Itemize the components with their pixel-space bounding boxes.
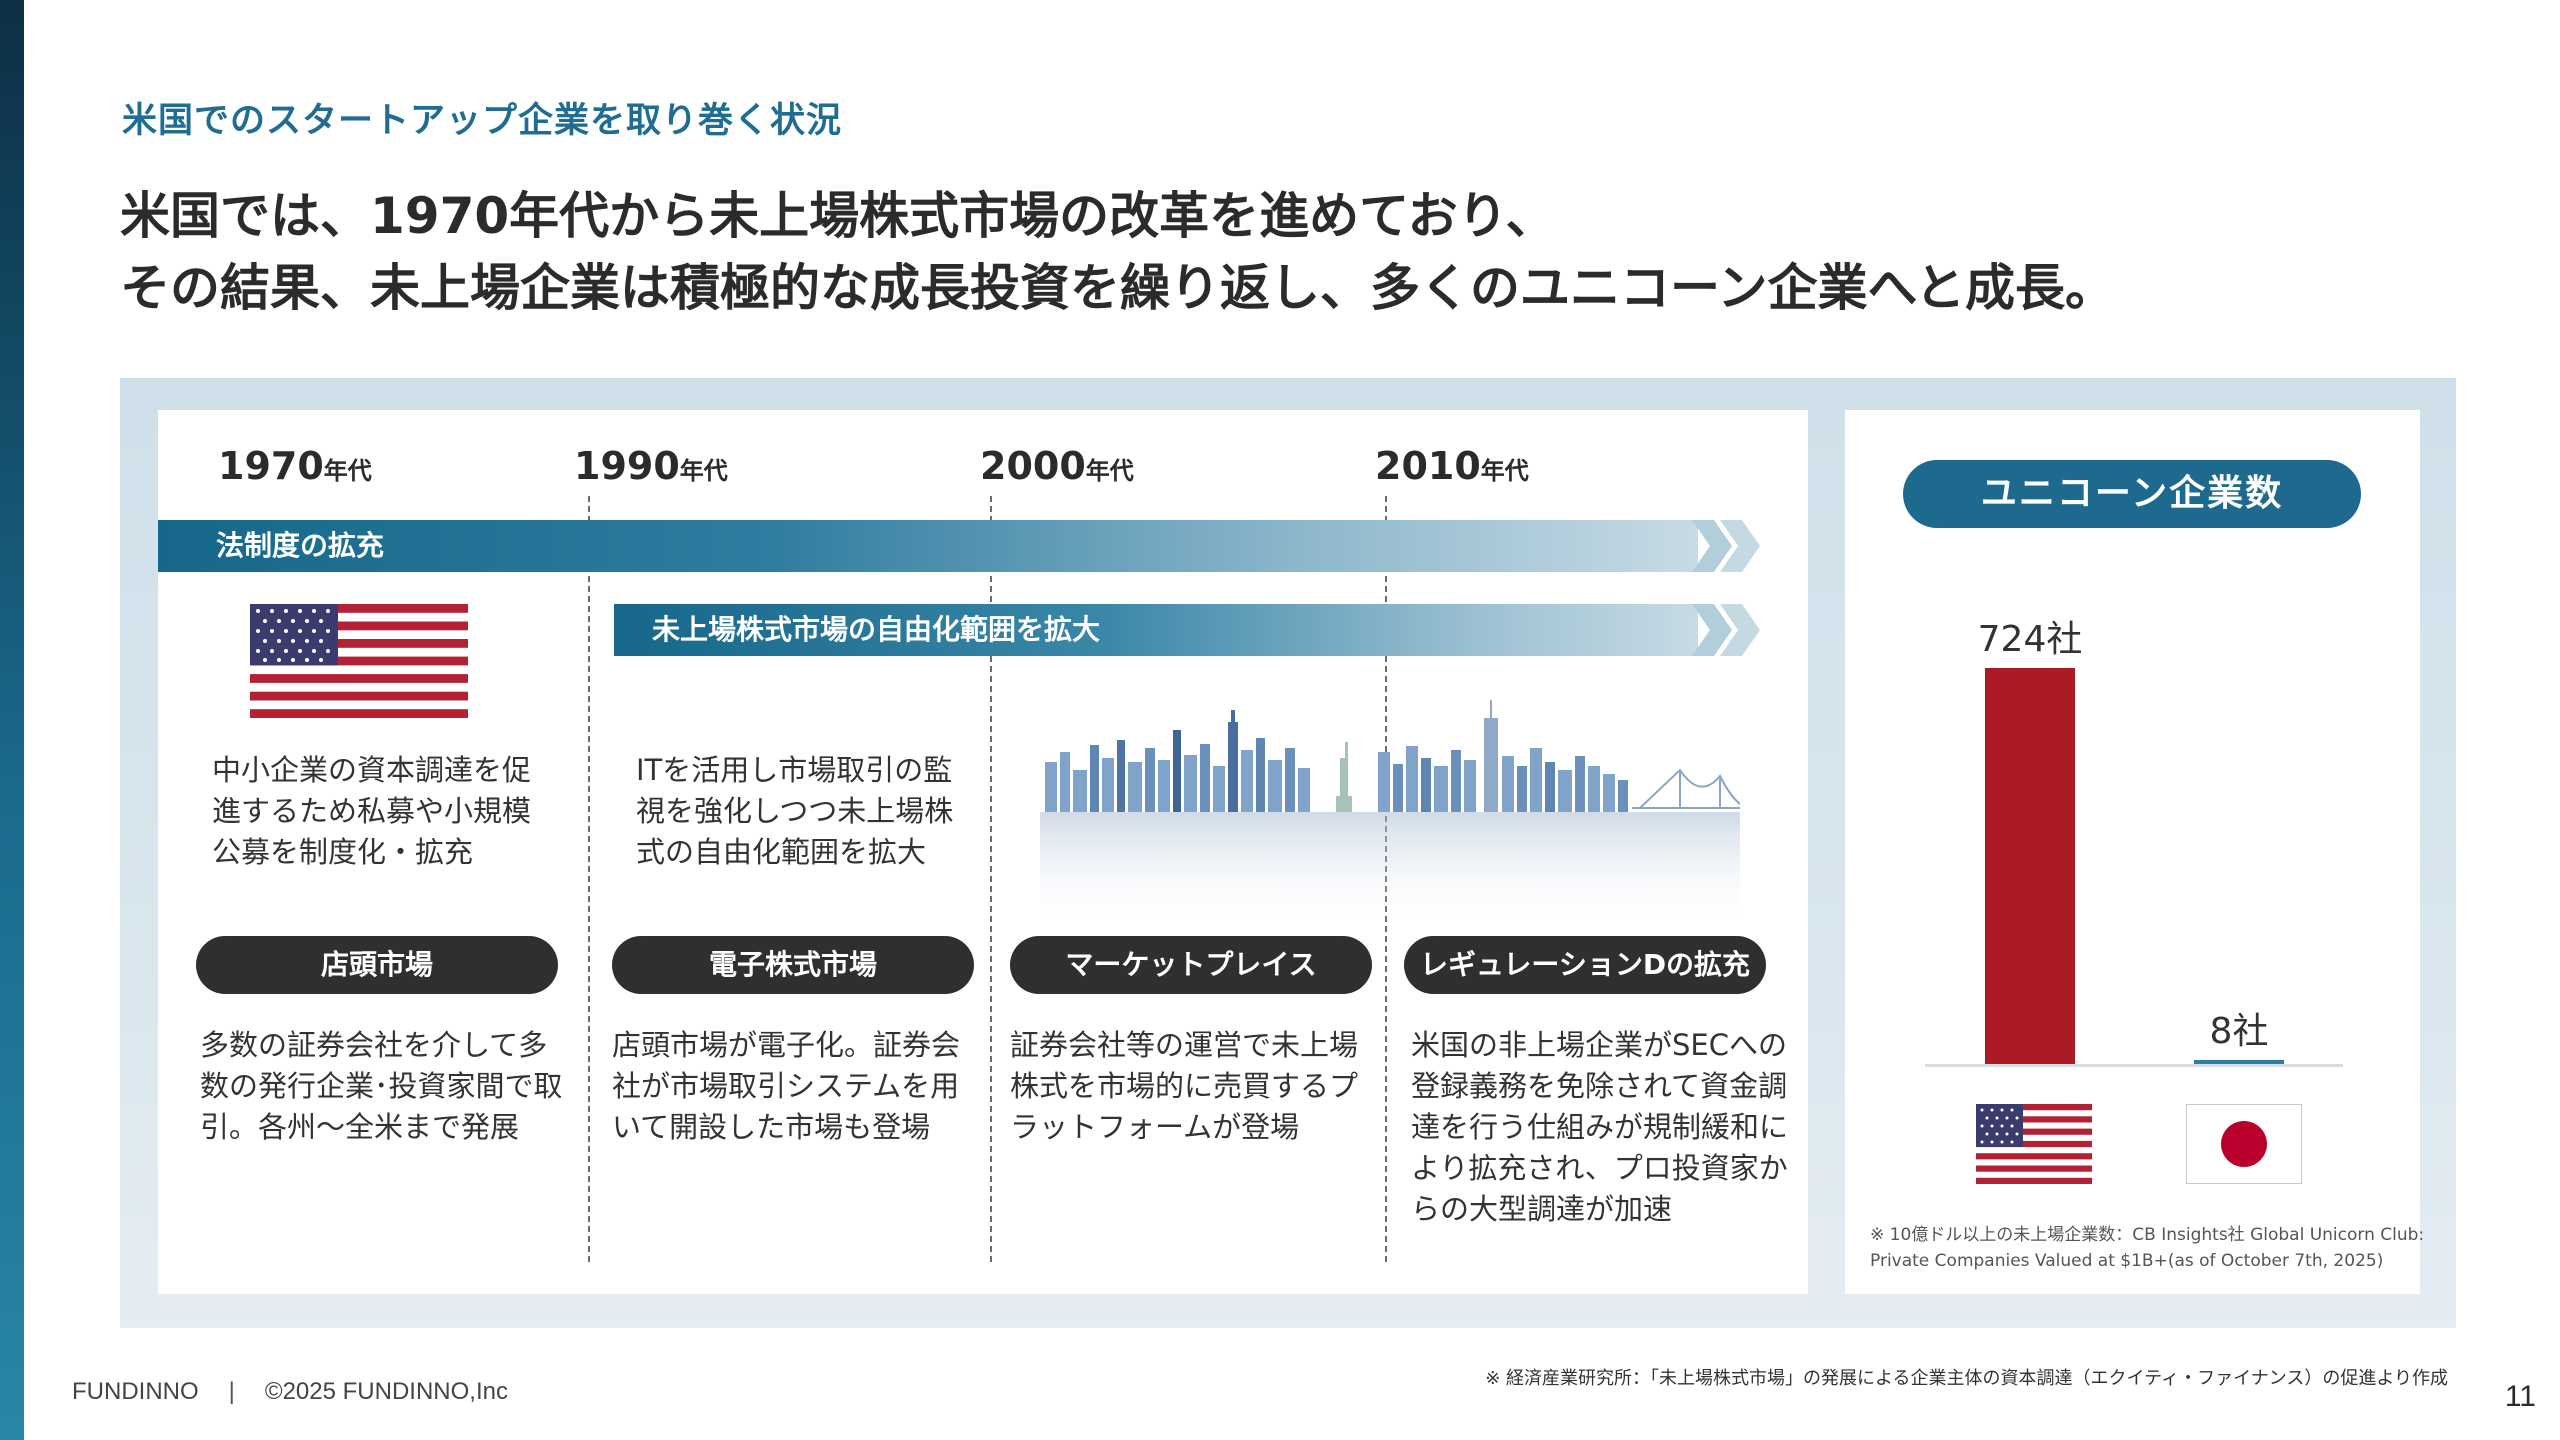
decade-suffix: 年代 xyxy=(679,457,728,485)
decade-1990: 1990年代 xyxy=(574,444,728,488)
unicorn-panel xyxy=(1845,410,2420,1294)
market-desc-electronic: 店頭市場が電子化。証券会 社が市場取引システムを用 いて開設した市場も登場 xyxy=(612,1028,961,1144)
market-desc-marketplace: 証券会社等の運営で未上場 株式を市場的に売買するプ ラットフォームが登場 xyxy=(1010,1028,1359,1144)
us-flag-icon xyxy=(1976,1104,2092,1184)
legal-expansion-band: 法制度の拡充 xyxy=(158,520,1698,572)
decade-year: 2010 xyxy=(1375,444,1481,488)
brand-name: FUNDINNO xyxy=(72,1378,199,1405)
decade-year: 1970 xyxy=(218,444,324,488)
headline: 米国では、1970年代から未上場株式市場の改革を進めており、 その結果、未上場企… xyxy=(120,180,2115,324)
decade-year: 2000 xyxy=(980,444,1086,488)
page-number: 11 xyxy=(2504,1380,2536,1413)
city-skyline-image xyxy=(1040,700,1740,930)
bar-us xyxy=(1985,668,2075,1064)
decade-suffix: 年代 xyxy=(323,457,372,485)
market-desc-otc: 多数の証券会社を介して多 数の発行企業･投資家間で取 引。各州〜全米まで発展 xyxy=(200,1028,563,1144)
unicorn-count-title: ユニコーン企業数 xyxy=(1903,460,2361,528)
market-liberalization-band: 未上場株式市場の自由化範囲を拡大 xyxy=(614,604,1698,656)
decade-suffix: 年代 xyxy=(1480,457,1529,485)
decade-2010: 2010年代 xyxy=(1375,444,1529,488)
bar-label-japan: 8社 xyxy=(2209,1010,2269,1052)
timeline-divider xyxy=(588,496,590,1262)
market-desc-regulation-d: 米国の非上場企業がSECへの 登録義務を免除されて資金調 達を行う仕組みが規制緩… xyxy=(1411,1028,1789,1226)
copyright: ©2025 FUNDINNO,Inc xyxy=(264,1378,508,1405)
market-pill-otc: 店頭市場 xyxy=(196,936,558,994)
us-flag-icon xyxy=(250,604,468,718)
decade-1970: 1970年代 xyxy=(218,444,372,488)
market-pill-electronic: 電子株式市場 xyxy=(612,936,974,994)
chevron-right-icon xyxy=(1692,520,1760,572)
note-1970: 中小企業の資本調達を促 進するため私募や小規模 公募を制度化・拡充 xyxy=(212,753,532,869)
chart-baseline xyxy=(1925,1064,2343,1067)
footer-separator: | xyxy=(228,1378,235,1405)
japan-flag-icon xyxy=(2186,1104,2302,1184)
footer-brand: FUNDINNO | ©2025 FUNDINNO,Inc xyxy=(72,1378,508,1406)
unicorn-source-note: ※ 10億ドル以上の未上場企業数：CB Insights社 Global Uni… xyxy=(1870,1225,2425,1271)
decade-2000: 2000年代 xyxy=(980,444,1134,488)
headline-line-1: 米国では、1970年代から未上場株式市場の改革を進めており、 xyxy=(120,187,1556,245)
chevron-right-icon xyxy=(1692,604,1760,656)
bar-label-us: 724社 xyxy=(1977,619,2083,660)
section-subtitle: 米国でのスタートアップ企業を取り巻く状況 xyxy=(122,101,843,141)
decade-suffix: 年代 xyxy=(1085,457,1134,485)
market-pill-regulation-d: レギュレーションDの拡充 xyxy=(1404,936,1766,994)
left-accent-stripe xyxy=(0,0,24,1440)
decade-year: 1990 xyxy=(574,444,680,488)
note-1990: ITを活用し市場取引の監 視を強化しつつ未上場株 式の自由化範囲を拡大 xyxy=(636,753,954,869)
market-pill-marketplace: マーケットプレイス xyxy=(1010,936,1372,994)
headline-line-2: その結果、未上場企業は積極的な成長投資を繰り返し、多くのユニコーン企業へと成長。 xyxy=(120,259,2115,317)
source-footnote: ※ 経済産業研究所：「未上場株式市場」の発展による企業主体の資本調達（エクイティ… xyxy=(1485,1368,2448,1389)
